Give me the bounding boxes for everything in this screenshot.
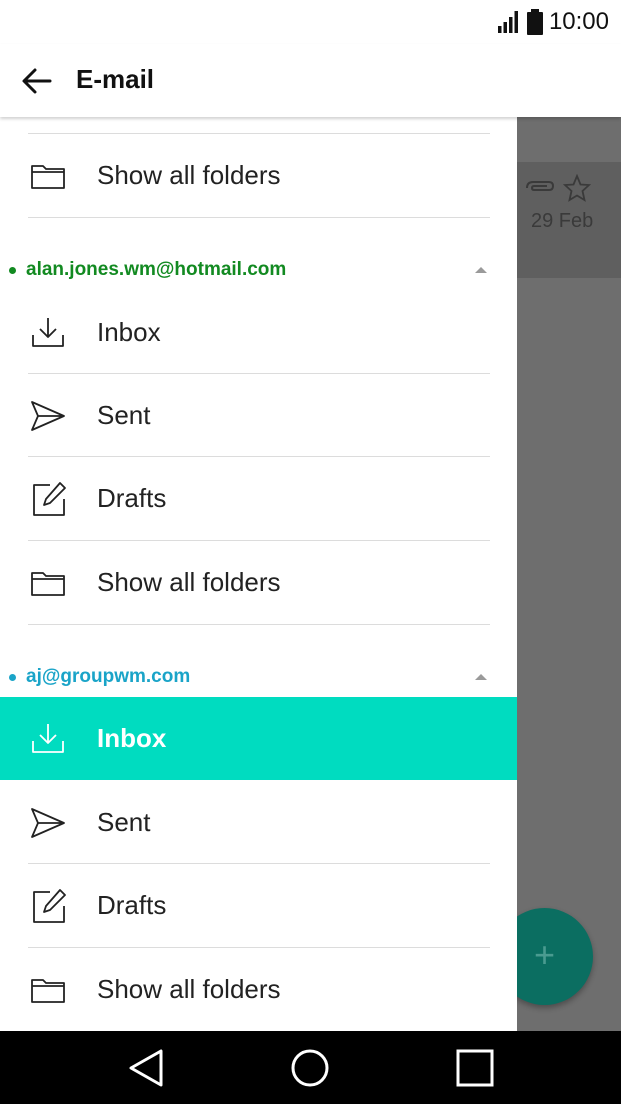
inbox-icon (32, 318, 64, 347)
account-email: aj@groupwm.com (26, 666, 191, 687)
back-icon[interactable] (127, 1048, 167, 1088)
account-header[interactable]: alan.jones.wm@hotmail.com (0, 251, 517, 291)
folder-label: Show all folders (97, 160, 281, 190)
attachment-icon (526, 181, 555, 191)
folder-label: Sent (97, 807, 151, 837)
collapse-caret-icon[interactable] (475, 267, 487, 273)
folder-sent[interactable]: Sent (0, 781, 517, 864)
show-all-folders-item[interactable]: Show all folders (0, 948, 517, 1031)
folder-icon (31, 572, 65, 596)
star-icon[interactable] (563, 174, 591, 202)
divider (28, 624, 490, 625)
account-header[interactable]: aj@groupwm.com (0, 658, 517, 698)
drafts-icon (33, 889, 66, 923)
show-all-folders-item[interactable]: Show all folders (0, 134, 517, 217)
folder-label: Inbox (97, 317, 161, 347)
drafts-icon (33, 482, 66, 516)
folder-inbox[interactable]: Inbox (0, 291, 517, 374)
account-indicator-dot (9, 267, 16, 274)
mail-date: 29 Feb (531, 210, 594, 232)
app-bar: E-mail (0, 44, 621, 117)
battery-icon (526, 9, 543, 35)
folder-label: Drafts (97, 890, 167, 920)
home-icon[interactable] (290, 1048, 330, 1088)
folder-icon (31, 979, 65, 1003)
folder-drafts[interactable]: Drafts (0, 864, 517, 947)
inbox-icon (32, 724, 64, 753)
system-navigation-bar (0, 1031, 621, 1104)
signal-icon (497, 11, 518, 33)
folder-label: Show all folders (97, 974, 281, 1004)
status-icons: 10:00 (497, 8, 609, 36)
folder-icon (31, 165, 65, 189)
mail-row[interactable]: 29 Feb (517, 162, 621, 278)
navigation-drawer: Show all folders alan.jones.wm@hotmail.c… (0, 117, 517, 1031)
folder-label: Sent (97, 400, 151, 430)
status-bar: 10:00 (0, 0, 621, 44)
folder-sent[interactable]: Sent (0, 374, 517, 457)
folder-label: Show all folders (97, 567, 281, 597)
folder-drafts[interactable]: Drafts (0, 457, 517, 540)
sent-icon (31, 808, 65, 838)
collapse-caret-icon[interactable] (475, 674, 487, 680)
sent-icon (31, 401, 65, 431)
folder-inbox-selected[interactable]: Inbox (0, 697, 517, 780)
account-indicator-dot (9, 674, 16, 681)
show-all-folders-item[interactable]: Show all folders (0, 541, 517, 624)
folder-label: Drafts (97, 483, 167, 513)
recent-apps-icon[interactable] (455, 1048, 495, 1088)
folder-label: Inbox (97, 723, 167, 753)
account-email: alan.jones.wm@hotmail.com (26, 259, 287, 280)
divider (28, 217, 490, 218)
status-time: 10:00 (548, 8, 609, 35)
page-title: E-mail (76, 64, 155, 94)
back-arrow-icon[interactable] (20, 64, 54, 98)
